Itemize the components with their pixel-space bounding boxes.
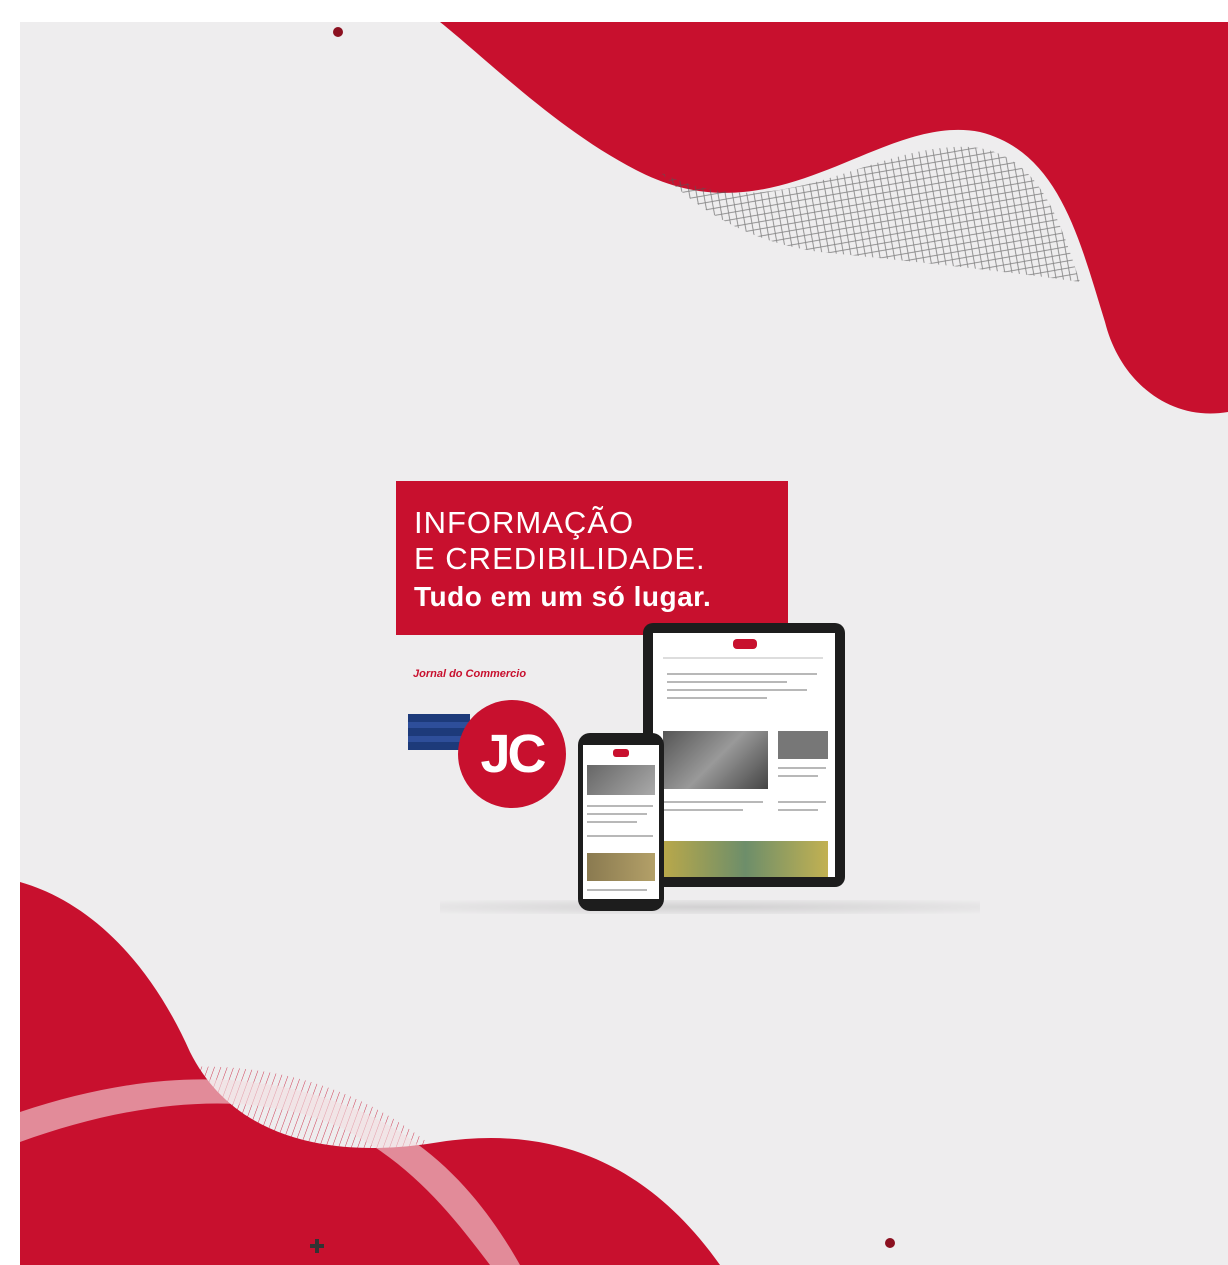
ad-card	[20, 22, 1228, 1265]
headline-box: INFORMAÇÃO E CREDIBILIDADE. Tudo em um s…	[396, 481, 788, 635]
tablet-mockup	[643, 623, 845, 887]
headline-line-2: E CREDIBILIDADE.	[414, 541, 706, 576]
tablet-screen	[653, 633, 835, 877]
headline-line-3: Tudo em um só lugar.	[414, 581, 712, 612]
jc-logo-circle: JC	[458, 700, 566, 808]
dot-bottom	[885, 1238, 895, 1248]
phone-mockup	[578, 733, 664, 911]
headline-line-1: INFORMAÇÃO	[414, 505, 635, 540]
jc-logo: JC	[408, 700, 568, 810]
phone-screen	[583, 745, 659, 899]
canvas: INFORMAÇÃO E CREDIBILIDADE. Tudo em um s…	[0, 0, 1228, 1265]
wave-decoration	[20, 22, 1228, 1265]
dot-top	[333, 27, 343, 37]
brand-name: Jornal do Commercio	[413, 668, 527, 680]
device-shadow	[440, 900, 980, 914]
